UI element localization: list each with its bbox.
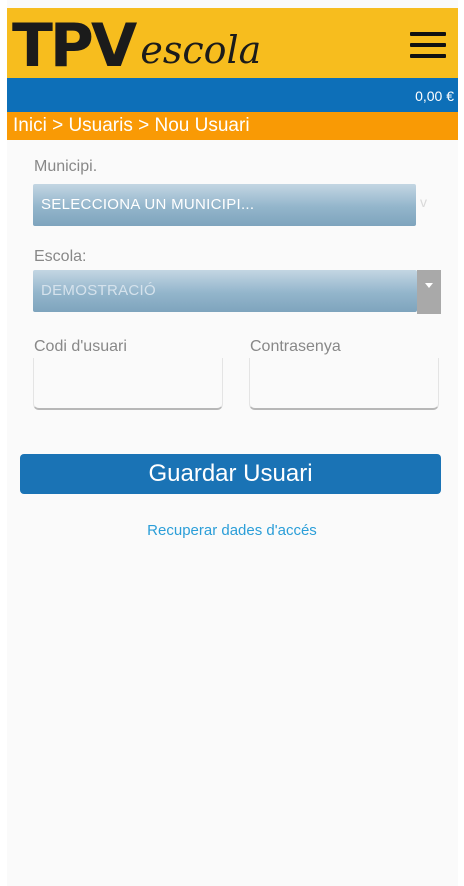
right-edge [458,0,464,886]
contrasenya-input[interactable] [249,358,439,410]
municipi-label: Municipi. [34,158,98,175]
codi-usuari-input[interactable] [33,358,223,410]
balance-bar: 0,00 € [7,78,458,112]
logo-escola-text: escola [140,28,262,72]
municipi-select[interactable]: SELECCIONA UN MUNICIPI... [33,184,416,226]
logo-tpv-text: TPV [12,11,137,81]
balance-amount: 0,00 € [415,88,454,104]
app-header: TPV escola [7,8,458,78]
logo[interactable]: TPV escola [12,12,261,76]
left-edge [0,0,7,886]
save-user-button[interactable]: Guardar Usuari [20,454,441,494]
contrasenya-label: Contrasenya [250,338,341,355]
breadcrumb: Inici > Usuaris > Nou Usuari [7,112,458,140]
codi-usuari-label: Codi d'usuari [34,338,127,355]
escola-label: Escola: [34,248,87,265]
select-caret-icon[interactable] [417,270,441,314]
hamburger-menu-icon[interactable] [410,32,446,58]
recover-access-link[interactable]: Recuperar dades d'accés [0,522,464,539]
chevron-down-icon[interactable]: v [420,194,427,210]
escola-select[interactable]: DEMOSTRACIÓ [33,270,417,312]
